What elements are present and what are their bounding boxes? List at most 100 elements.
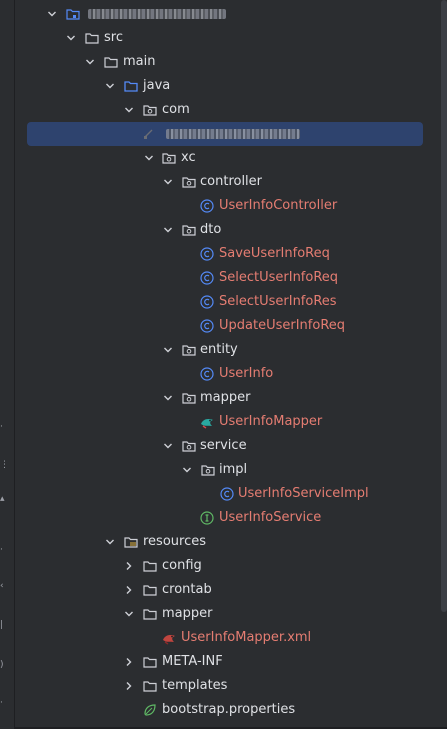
tree-label: UserInfoController xyxy=(219,198,338,213)
tree-label: SelectUserInfoRes xyxy=(219,294,337,309)
chevron-down-icon[interactable] xyxy=(162,440,174,452)
package-icon xyxy=(143,105,157,116)
tree-row-xc[interactable]: xc xyxy=(0,146,440,170)
folder-icon xyxy=(143,609,157,620)
tree-row-java[interactable]: java xyxy=(0,74,440,98)
tree-row-interface[interactable]: UserInfoService xyxy=(0,506,440,530)
tree-label: main xyxy=(123,54,156,69)
tree-label: SelectUserInfoReq xyxy=(219,270,339,285)
folder-icon xyxy=(143,585,157,596)
tree-label: mapper xyxy=(200,390,251,405)
class-icon xyxy=(200,367,214,381)
chevron-right-icon[interactable] xyxy=(123,584,135,596)
tree-row-class[interactable]: SelectUserInfoRes xyxy=(0,290,440,314)
package-icon xyxy=(162,153,176,164)
tree-row-dto[interactable]: dto xyxy=(0,218,440,242)
tree-label: META-INF xyxy=(162,654,223,669)
chevron-down-icon[interactable] xyxy=(65,32,77,44)
tree-row-mapper-package[interactable]: mapper xyxy=(0,386,440,410)
class-icon xyxy=(200,247,214,261)
package-icon xyxy=(144,129,153,139)
chevron-down-icon[interactable] xyxy=(162,176,174,188)
tree-row-class[interactable]: SaveUserInfoReq xyxy=(0,242,440,266)
tree-row-class[interactable]: UpdateUserInfoReq xyxy=(0,314,440,338)
tree-label: UpdateUserInfoReq xyxy=(219,318,346,333)
chevron-down-icon[interactable] xyxy=(162,224,174,236)
source-folder-icon xyxy=(124,81,138,92)
tree-label: UserInfo xyxy=(219,366,274,381)
tree-label: crontab xyxy=(162,582,212,597)
tree-label: entity xyxy=(200,342,238,357)
folder-icon xyxy=(143,561,157,572)
mybatis-xml-icon xyxy=(163,635,175,645)
tree-label: impl xyxy=(219,462,248,477)
module-folder-icon xyxy=(66,9,80,20)
tree-row-impl[interactable]: impl xyxy=(0,458,440,482)
chevron-down-icon[interactable] xyxy=(162,344,174,356)
package-icon xyxy=(182,345,196,356)
chevron-down-icon[interactable] xyxy=(104,536,116,548)
tree-row-config[interactable]: config xyxy=(0,554,440,578)
tree-row-mapper-folder[interactable]: mapper xyxy=(0,602,440,626)
class-icon xyxy=(200,199,214,213)
class-icon xyxy=(200,271,214,285)
tree-label: bootstrap.properties xyxy=(162,702,296,717)
chevron-down-icon[interactable] xyxy=(143,152,155,164)
tree-row-xml-file[interactable]: UserInfoMapper.xml xyxy=(0,626,440,650)
tree-row-mapper-interface[interactable]: UserInfoMapper xyxy=(0,410,440,434)
tree-row-resources[interactable]: resources xyxy=(0,530,440,554)
tree-row-controller[interactable]: controller xyxy=(0,170,440,194)
chevron-down-icon[interactable] xyxy=(123,608,135,620)
folder-icon xyxy=(143,657,157,668)
tree-row-class[interactable]: UserInfo xyxy=(0,362,440,386)
tree-label: UserInfoService xyxy=(219,510,322,525)
tree-label: UserInfoMapper xyxy=(219,414,323,429)
resources-folder-icon xyxy=(124,537,138,548)
mybatis-bird-icon xyxy=(201,419,213,429)
chevron-down-icon[interactable] xyxy=(104,80,116,92)
tree-row-crontab[interactable]: crontab xyxy=(0,578,440,602)
tree-row-src[interactable]: src xyxy=(0,26,440,50)
tree-label: controller xyxy=(200,174,263,189)
chevron-right-icon[interactable] xyxy=(123,656,135,668)
folder-icon xyxy=(104,57,118,68)
folder-icon xyxy=(143,681,157,692)
folder-icon xyxy=(85,33,99,44)
tree-row-selected-package[interactable] xyxy=(0,122,440,146)
package-icon xyxy=(182,225,196,236)
tree-label: java xyxy=(143,78,171,93)
chevron-right-icon[interactable] xyxy=(123,680,135,692)
tree-row-com[interactable]: com xyxy=(0,98,440,122)
vertical-scrollbar[interactable] xyxy=(441,0,447,612)
tree-label: src xyxy=(104,30,123,45)
tree-label: resources xyxy=(143,534,207,549)
tree-row-meta-inf[interactable]: META-INF xyxy=(0,650,440,674)
project-tool-window: · ⋮ ▴ · ‹ | ) · src main java com xc con… xyxy=(0,0,447,729)
tree-row-class[interactable]: UserInfoController xyxy=(0,194,440,218)
tree-label: SaveUserInfoReq xyxy=(219,246,330,261)
chevron-down-icon[interactable] xyxy=(162,392,174,404)
tree-label: mapper xyxy=(162,606,213,621)
package-name-redacted xyxy=(166,129,300,139)
chevron-down-icon[interactable] xyxy=(123,104,135,116)
chevron-right-icon[interactable] xyxy=(123,560,135,572)
tree-label: templates xyxy=(162,678,228,693)
module-name-redacted xyxy=(88,9,226,19)
tree-row-class[interactable]: SelectUserInfoReq xyxy=(0,266,440,290)
spring-properties-icon xyxy=(144,704,156,716)
package-icon xyxy=(182,393,196,404)
tree-row-properties-file[interactable]: bootstrap.properties xyxy=(0,698,440,722)
package-icon xyxy=(182,177,196,188)
tree-row-service[interactable]: service xyxy=(0,434,440,458)
tree-label: service xyxy=(200,438,247,453)
tree-row-module[interactable] xyxy=(0,2,440,26)
class-icon xyxy=(220,487,234,501)
chevron-down-icon[interactable] xyxy=(181,464,193,476)
chevron-down-icon[interactable] xyxy=(46,8,58,20)
tree-row-entity[interactable]: entity xyxy=(0,338,440,362)
tree-row-main[interactable]: main xyxy=(0,50,440,74)
chevron-down-icon[interactable] xyxy=(84,56,96,68)
tree-row-templates[interactable]: templates xyxy=(0,674,440,698)
tree-row-class[interactable]: UserInfoServiceImpl xyxy=(0,482,440,506)
tree-label: com xyxy=(162,102,190,117)
